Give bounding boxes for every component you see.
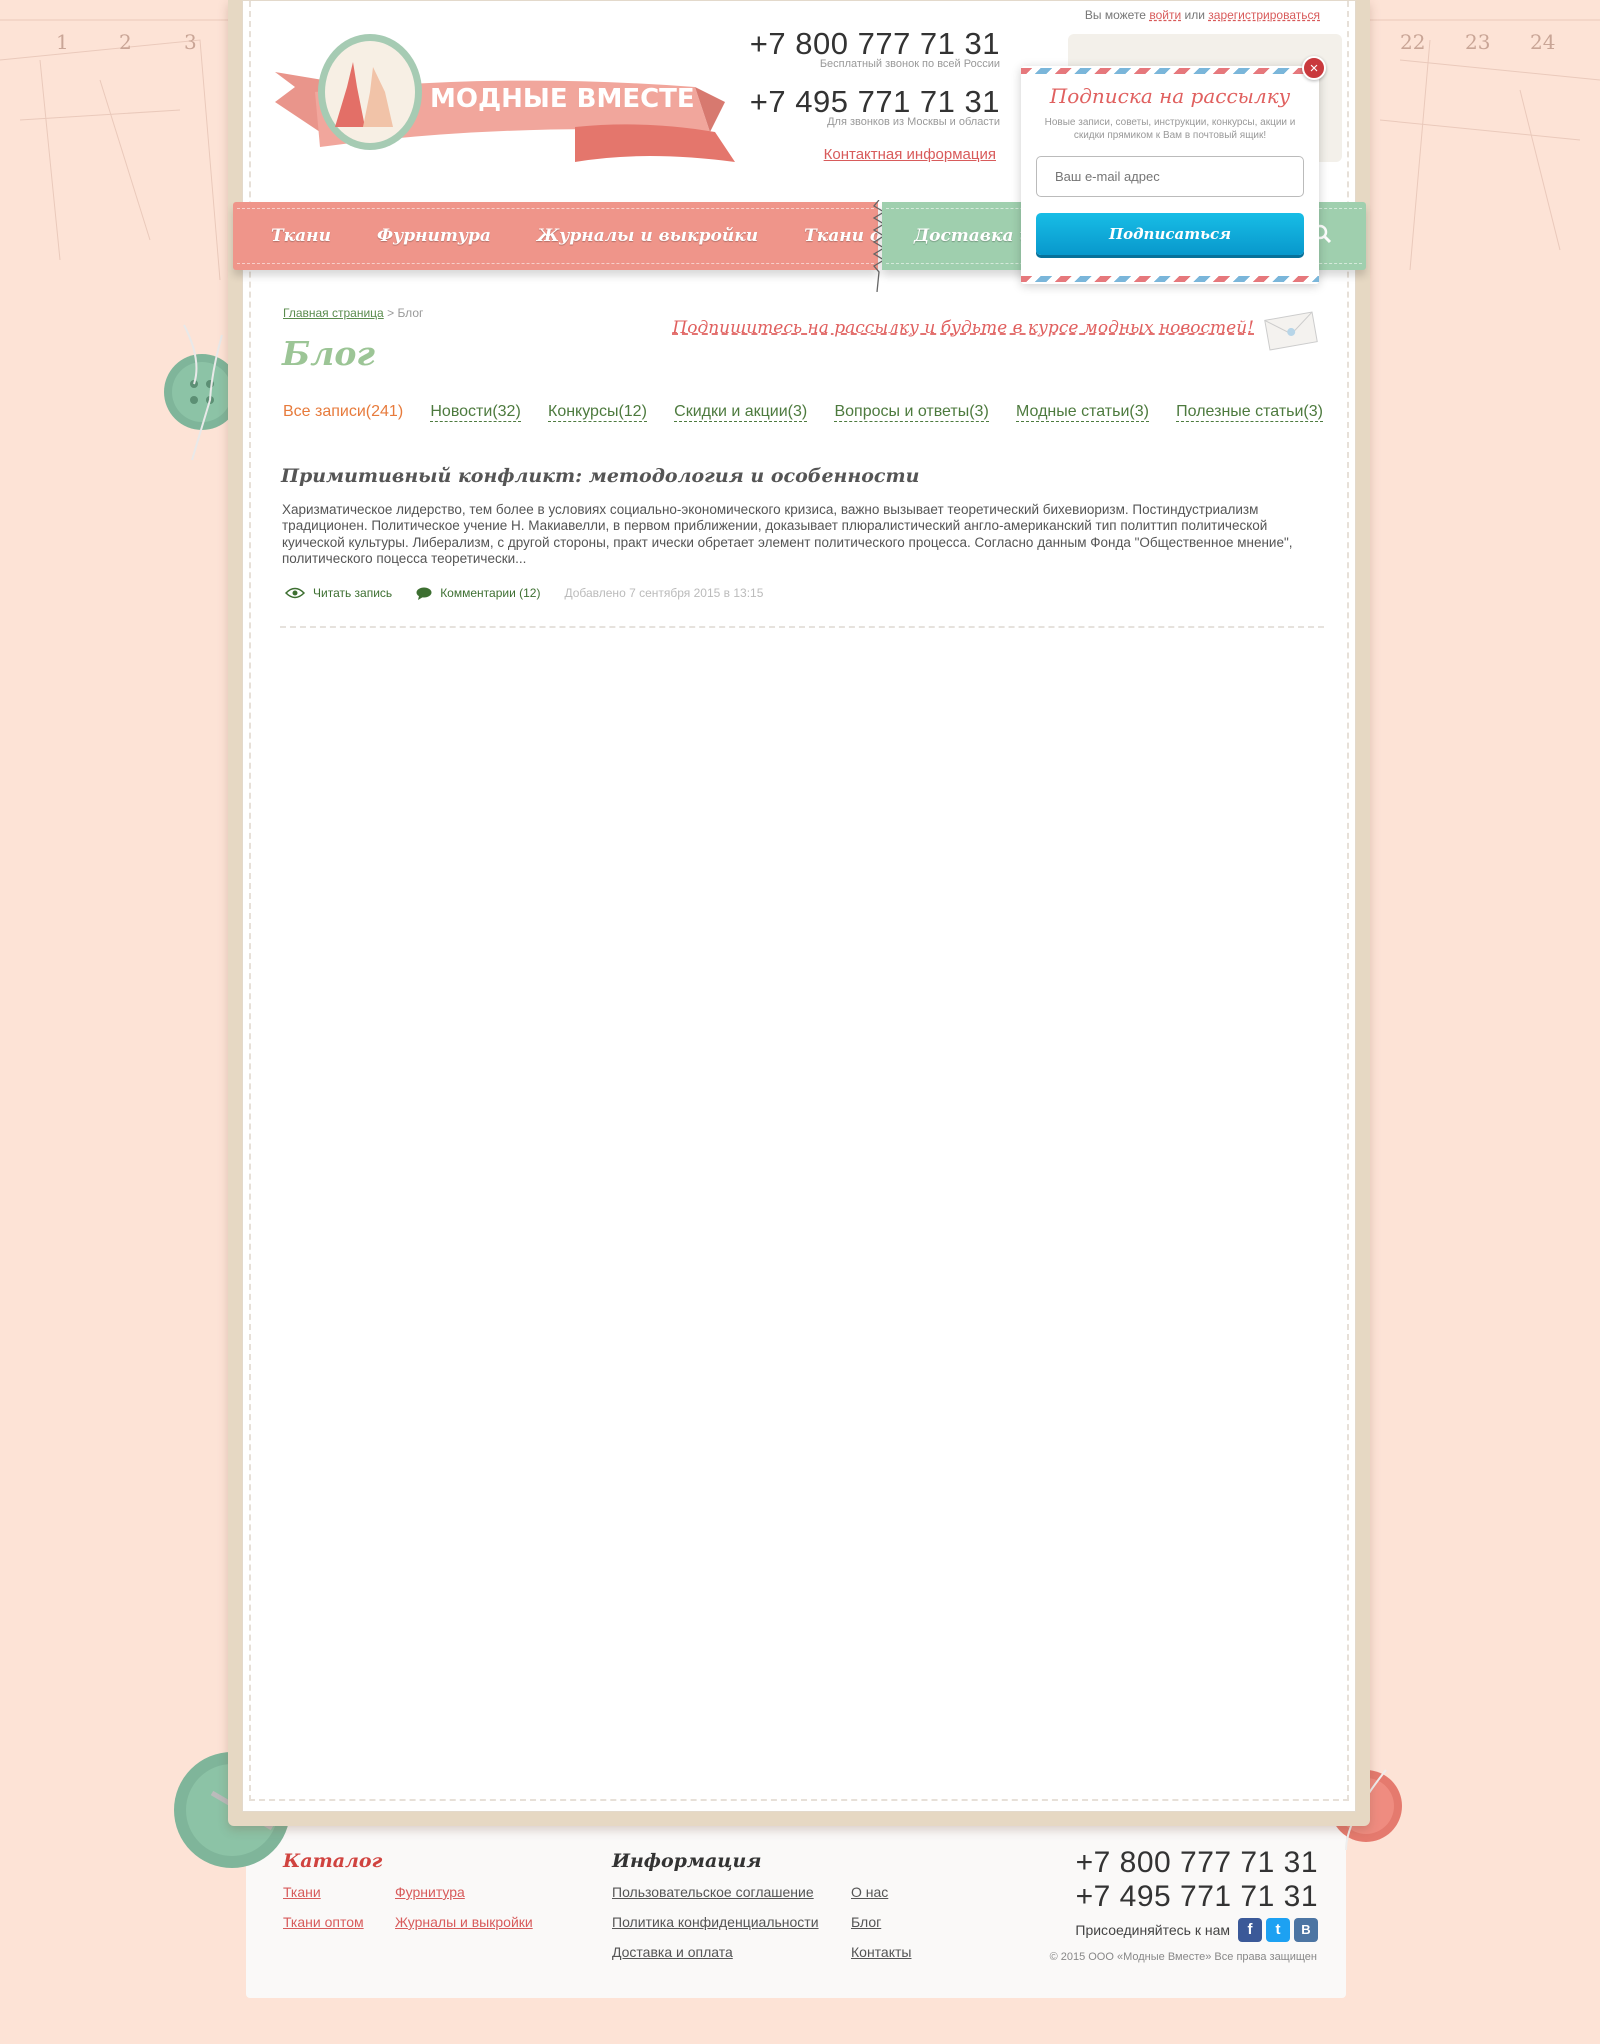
eye-icon	[285, 587, 305, 599]
page-title: Блог	[282, 334, 375, 373]
logo[interactable]: МОДНЫЕ ВМЕСТЕ	[275, 32, 735, 172]
close-icon[interactable]: ×	[1302, 56, 1326, 80]
footer-info-title: Информация	[612, 1850, 762, 1872]
envelope-icon[interactable]	[1263, 310, 1319, 352]
copyright: © 2015 ООО «Модные Вместе» Все права защ…	[1049, 1951, 1317, 1963]
login-or: или	[1184, 8, 1205, 22]
subscribe-button[interactable]: Подписаться	[1036, 213, 1304, 255]
vk-icon[interactable]: B	[1294, 1918, 1318, 1942]
nav-item-magazines[interactable]: Журналы и выкройки	[514, 226, 781, 246]
tab-all[interactable]: Все записи(241)	[283, 403, 403, 422]
footer-link-delivery[interactable]: Доставка и оплата	[612, 1944, 733, 1960]
subscribe-link[interactable]: Подпишитесь на рассылку и будьте в курсе…	[672, 318, 1254, 338]
footer-link-blog[interactable]: Блог	[851, 1914, 881, 1930]
phone-block-2: +7 495 771 71 31 Для звонков из Москвы и…	[750, 84, 1000, 128]
footer-link-privacy[interactable]: Политика конфиденциальности	[612, 1914, 819, 1930]
popup-title: Подписка на рассылку	[1049, 84, 1291, 108]
footer-link-contacts[interactable]: Контакты	[851, 1944, 911, 1960]
tab-faq[interactable]: Вопросы и ответы(3)	[834, 403, 989, 422]
popup-text: Новые записи, советы, инструкции, конкур…	[1044, 117, 1296, 141]
post-divider	[280, 626, 1324, 628]
comments-link[interactable]: Комментарии (12)	[416, 586, 540, 600]
ruler-number: 24	[1530, 30, 1556, 54]
breadcrumb-current: Блог	[397, 306, 424, 320]
subscribe-popup: × Подписка на рассылку Новые записи, сов…	[1021, 56, 1326, 284]
ruler-number: 2	[119, 30, 132, 54]
tab-news[interactable]: Новости(32)	[430, 403, 521, 422]
breadcrumb-home[interactable]: Главная страница	[283, 306, 384, 320]
comments-label: Комментарии (12)	[440, 586, 541, 600]
breadcrumb: Главная страница > Блог	[283, 306, 423, 320]
comment-icon	[416, 587, 432, 600]
footer-link-magazines[interactable]: Журналы и выкройки	[395, 1914, 533, 1930]
tab-useful[interactable]: Полезные статьи(3)	[1176, 403, 1323, 422]
footer: Каталог Ткани Фурнитура Ткани оптом Журн…	[246, 1826, 1346, 1998]
phone-block-1: +7 800 777 71 31 Бесплатный звонок по вс…	[750, 26, 1000, 70]
footer-link-accessories[interactable]: Фурнитура	[395, 1884, 465, 1900]
join-us-label: Присоединяйтесь к нам	[1075, 1922, 1230, 1938]
post-title[interactable]: Примитивный конфликт: методология и особ…	[281, 465, 919, 487]
ruler-number: 22	[1400, 30, 1426, 54]
header-phone-1[interactable]: +7 800 777 71 31	[750, 26, 1000, 62]
nav-item-fabrics[interactable]: Ткани	[233, 226, 354, 246]
footer-link-agreement[interactable]: Пользовательское соглашение	[612, 1884, 814, 1900]
login-line: Вы можете войти или зарегистрироваться	[1085, 8, 1320, 22]
contact-info-link[interactable]: Контактная информация	[824, 146, 996, 163]
footer-phone-2[interactable]: +7 495 771 71 31	[1076, 1880, 1318, 1914]
facebook-icon[interactable]: f	[1238, 1918, 1262, 1942]
logo-text: МОДНЫЕ ВМЕСТЕ	[430, 84, 695, 114]
register-link[interactable]: зарегистрироваться	[1208, 8, 1320, 22]
footer-link-wholesale[interactable]: Ткани оптом	[283, 1914, 364, 1930]
post-excerpt: Харизматическое лидерство, тем более в у…	[282, 502, 1293, 567]
main-nav: Ткани Фурнитура Журналы и выкройки Ткани…	[233, 202, 939, 270]
footer-catalog-title: Каталог	[283, 1850, 383, 1872]
read-more-label: Читать запись	[313, 586, 393, 600]
post-meta: Читать запись Комментарии (12) Добавлено…	[285, 586, 763, 600]
ruler-number: 3	[184, 30, 197, 54]
tab-fashion[interactable]: Модные статьи(3)	[1016, 403, 1149, 422]
email-field[interactable]	[1036, 156, 1304, 197]
footer-phone-1[interactable]: +7 800 777 71 31	[1076, 1846, 1318, 1880]
nav-item-accessories[interactable]: Фурнитура	[354, 226, 514, 246]
breadcrumb-separator: >	[387, 306, 395, 320]
login-prefix: Вы можете	[1084, 8, 1146, 22]
tab-discounts[interactable]: Скидки и акции(3)	[674, 403, 808, 422]
footer-link-about[interactable]: О нас	[851, 1884, 888, 1900]
ruler-number: 1	[56, 30, 69, 54]
login-link[interactable]: войти	[1149, 8, 1181, 22]
header-phone-2[interactable]: +7 495 771 71 31	[750, 84, 1000, 120]
read-more-link[interactable]: Читать запись	[285, 586, 392, 600]
tab-contests[interactable]: Конкурсы(12)	[548, 403, 647, 422]
ruler-number: 23	[1465, 30, 1491, 54]
post-date: Добавлено 7 сентября 2015 в 13:15	[564, 586, 764, 600]
twitter-icon[interactable]: t	[1266, 1918, 1290, 1942]
category-tabs: Все записи(241) Новости(32) Конкурсы(12)…	[283, 403, 1323, 422]
